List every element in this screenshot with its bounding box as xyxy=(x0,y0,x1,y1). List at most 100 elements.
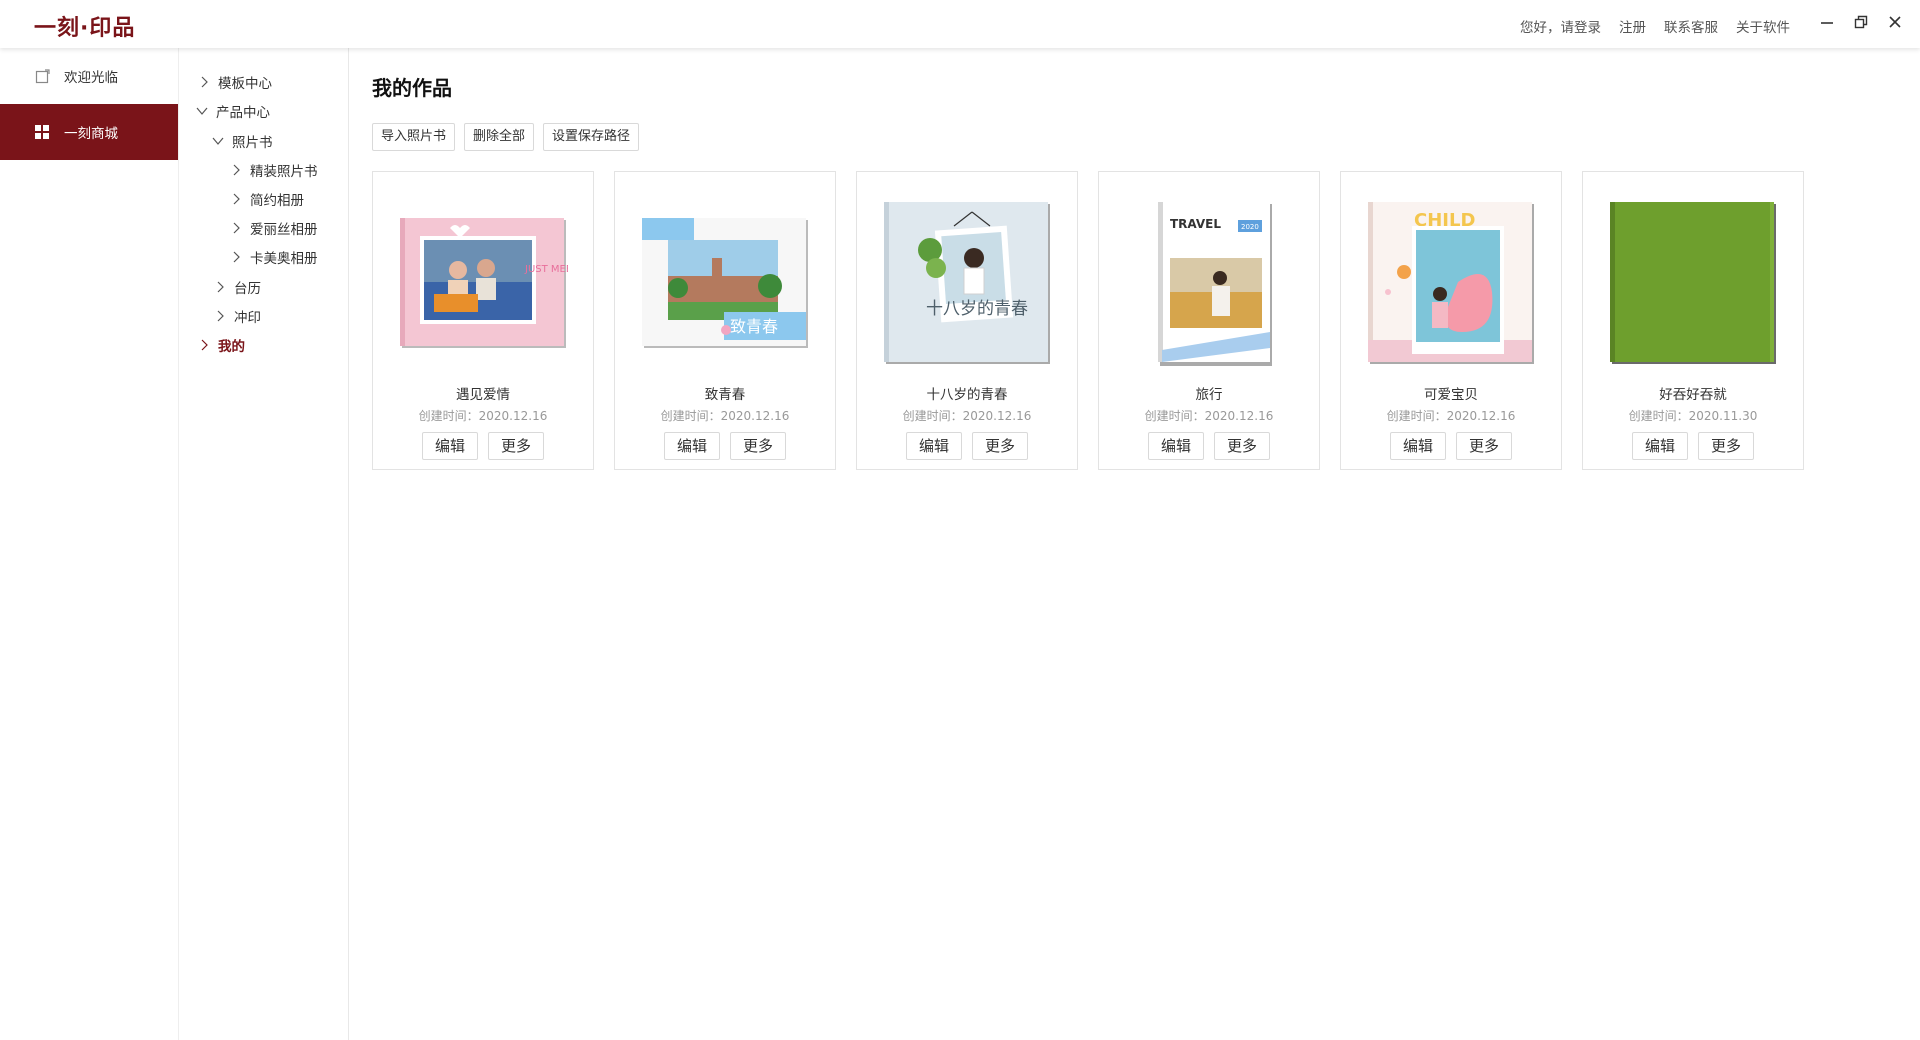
book-cover-image: CHILD xyxy=(1368,202,1536,366)
chevron-right-icon xyxy=(230,164,242,176)
delete-all-button[interactable]: 删除全部 xyxy=(464,123,535,151)
tree-node-mine[interactable]: 我的 xyxy=(198,335,245,355)
edit-button[interactable]: 编辑 xyxy=(422,432,478,460)
minimize-button[interactable] xyxy=(1818,12,1836,32)
work-name: 可爱宝贝 xyxy=(1424,387,1478,403)
title-bar: 一刻·印品 您好，请登录 注册 联系客服 关于软件 xyxy=(0,0,1920,48)
page-title: 我的作品 xyxy=(372,76,452,100)
edit-button[interactable]: 编辑 xyxy=(1390,432,1446,460)
restore-button[interactable] xyxy=(1852,12,1870,32)
category-tree-panel: 模板中心 产品中心 照片书 精装照片书 简约相册 爱丽丝相册 卡美奥相册 台历 xyxy=(180,48,349,1040)
works-grid: JUST MEET YOU 遇见爱情 创建时间：2020.12.16 编辑 更多 xyxy=(372,171,1804,470)
chevron-right-icon xyxy=(198,339,210,351)
work-actions: 编辑 更多 xyxy=(373,432,593,460)
more-button[interactable]: 更多 xyxy=(972,432,1028,460)
grid-icon xyxy=(34,124,50,140)
restore-icon xyxy=(1854,15,1868,29)
work-card[interactable]: TRAVEL 2020 旅行 创建时间：2020.12.16 编辑 更多 xyxy=(1098,171,1320,470)
tree-node-label: 产品中心 xyxy=(216,105,270,121)
minimize-icon xyxy=(1821,22,1833,24)
login-link[interactable]: 您好，请登录 xyxy=(1520,16,1601,36)
work-actions: 编辑 更多 xyxy=(857,432,1077,460)
work-actions: 编辑 更多 xyxy=(1341,432,1561,460)
tree-node-label: 爱丽丝相册 xyxy=(250,222,318,238)
tree-node-alice-album[interactable]: 爱丽丝相册 xyxy=(230,218,318,238)
book-cover-image: 十八岁的青春 xyxy=(884,202,1052,366)
tree-node-kamei-album[interactable]: 卡美奥相册 xyxy=(230,247,318,267)
tree-node-label: 简约相册 xyxy=(250,193,304,209)
tree-node-print[interactable]: 冲印 xyxy=(214,306,261,326)
edit-button[interactable]: 编辑 xyxy=(1148,432,1204,460)
cover2-text: 致青春 xyxy=(730,317,778,336)
book-cover-image: JUST MEET YOU xyxy=(400,202,568,366)
sidebar-item-welcome[interactable]: 欢迎光临 xyxy=(0,48,178,104)
work-date: 创建时间：2020.12.16 xyxy=(902,409,1032,423)
tree-node-label: 精装照片书 xyxy=(250,164,318,180)
app-logo: 一刻·印品 xyxy=(34,16,136,41)
tree-node-product-center[interactable]: 产品中心 xyxy=(196,101,270,121)
cover4-title: TRAVEL xyxy=(1170,217,1221,231)
work-name: 十八岁的青春 xyxy=(926,387,1008,403)
chevron-right-icon xyxy=(230,193,242,205)
tree-node-calendar[interactable]: 台历 xyxy=(214,277,261,297)
chevron-right-icon xyxy=(198,76,210,88)
work-card[interactable]: 十八岁的青春 十八岁的青春 创建时间：2020.12.16 编辑 更多 xyxy=(856,171,1078,470)
chevron-right-icon xyxy=(230,251,242,263)
more-button[interactable]: 更多 xyxy=(1456,432,1512,460)
work-card[interactable]: 好吞好吞就 创建时间：2020.11.30 编辑 更多 xyxy=(1582,171,1804,470)
main-content: 我的作品 导入照片书 删除全部 设置保存路径 JUST ME 遇见爱情 创建时间… xyxy=(350,48,1920,1040)
about-link[interactable]: 关于软件 xyxy=(1736,16,1790,36)
set-save-path-button[interactable]: 设置保存路径 xyxy=(543,123,640,151)
work-card[interactable]: JUST MEET YOU 遇见爱情 创建时间：2020.12.16 编辑 更多 xyxy=(372,171,594,470)
tree-node-label: 模板中心 xyxy=(218,76,272,92)
work-name: 致青春 xyxy=(704,387,746,403)
edit-button[interactable]: 编辑 xyxy=(1632,432,1688,460)
page-icon xyxy=(34,68,50,84)
more-button[interactable]: 更多 xyxy=(1698,432,1754,460)
work-actions: 编辑 更多 xyxy=(1583,432,1803,460)
more-button[interactable]: 更多 xyxy=(488,432,544,460)
work-card[interactable]: CHILD 可爱宝贝 创建时间：2020.12.16 编辑 更多 xyxy=(1340,171,1562,470)
tree-node-label: 照片书 xyxy=(232,135,273,151)
top-links: 您好，请登录 注册 联系客服 关于软件 xyxy=(1520,16,1790,36)
more-button[interactable]: 更多 xyxy=(1214,432,1270,460)
tree-node-label: 我的 xyxy=(218,339,245,355)
work-date: 创建时间：2020.12.16 xyxy=(418,409,548,423)
close-button[interactable] xyxy=(1886,12,1904,32)
cover4-year: 2020 xyxy=(1241,223,1259,231)
work-date: 创建时间：2020.12.16 xyxy=(660,409,790,423)
edit-button[interactable]: 编辑 xyxy=(906,432,962,460)
tree-node-label: 台历 xyxy=(234,281,261,297)
work-card[interactable]: 致青春 致青春 创建时间：2020.12.16 编辑 更多 xyxy=(614,171,836,470)
work-name: 旅行 xyxy=(1195,387,1223,403)
sidebar-item-store[interactable]: 一刻商城 xyxy=(0,104,178,160)
tree-node-label: 冲印 xyxy=(234,310,261,326)
chevron-right-icon xyxy=(230,222,242,234)
work-actions: 编辑 更多 xyxy=(615,432,835,460)
contact-link[interactable]: 联系客服 xyxy=(1664,16,1718,36)
work-actions: 编辑 更多 xyxy=(1099,432,1319,460)
chevron-down-icon xyxy=(196,105,208,117)
tree-node-template-center[interactable]: 模板中心 xyxy=(198,72,272,92)
work-date: 创建时间：2020.12.16 xyxy=(1386,409,1516,423)
chevron-down-icon xyxy=(212,135,224,147)
sidebar-item-label: 一刻商城 xyxy=(64,126,118,142)
chevron-right-icon xyxy=(214,281,226,293)
toolbar: 导入照片书 删除全部 设置保存路径 xyxy=(372,123,640,151)
tree-node-label: 卡美奥相册 xyxy=(250,251,318,267)
cover1-text: JUST MEET YOU xyxy=(524,264,568,275)
close-icon xyxy=(1889,16,1901,28)
more-button[interactable]: 更多 xyxy=(730,432,786,460)
chevron-right-icon xyxy=(214,310,226,322)
tree-node-simple-album[interactable]: 简约相册 xyxy=(230,189,304,209)
cover3-text: 十八岁的青春 xyxy=(926,299,1028,319)
tree-node-hardcover[interactable]: 精装照片书 xyxy=(230,160,318,180)
book-cover-image: TRAVEL 2020 xyxy=(1126,202,1294,366)
register-link[interactable]: 注册 xyxy=(1619,16,1646,36)
book-cover-image: 致青春 xyxy=(642,202,810,366)
import-photobook-button[interactable]: 导入照片书 xyxy=(372,123,456,151)
tree-node-photobook[interactable]: 照片书 xyxy=(212,131,273,151)
book-cover-image xyxy=(1610,202,1778,366)
window-controls xyxy=(1818,12,1904,32)
edit-button[interactable]: 编辑 xyxy=(664,432,720,460)
